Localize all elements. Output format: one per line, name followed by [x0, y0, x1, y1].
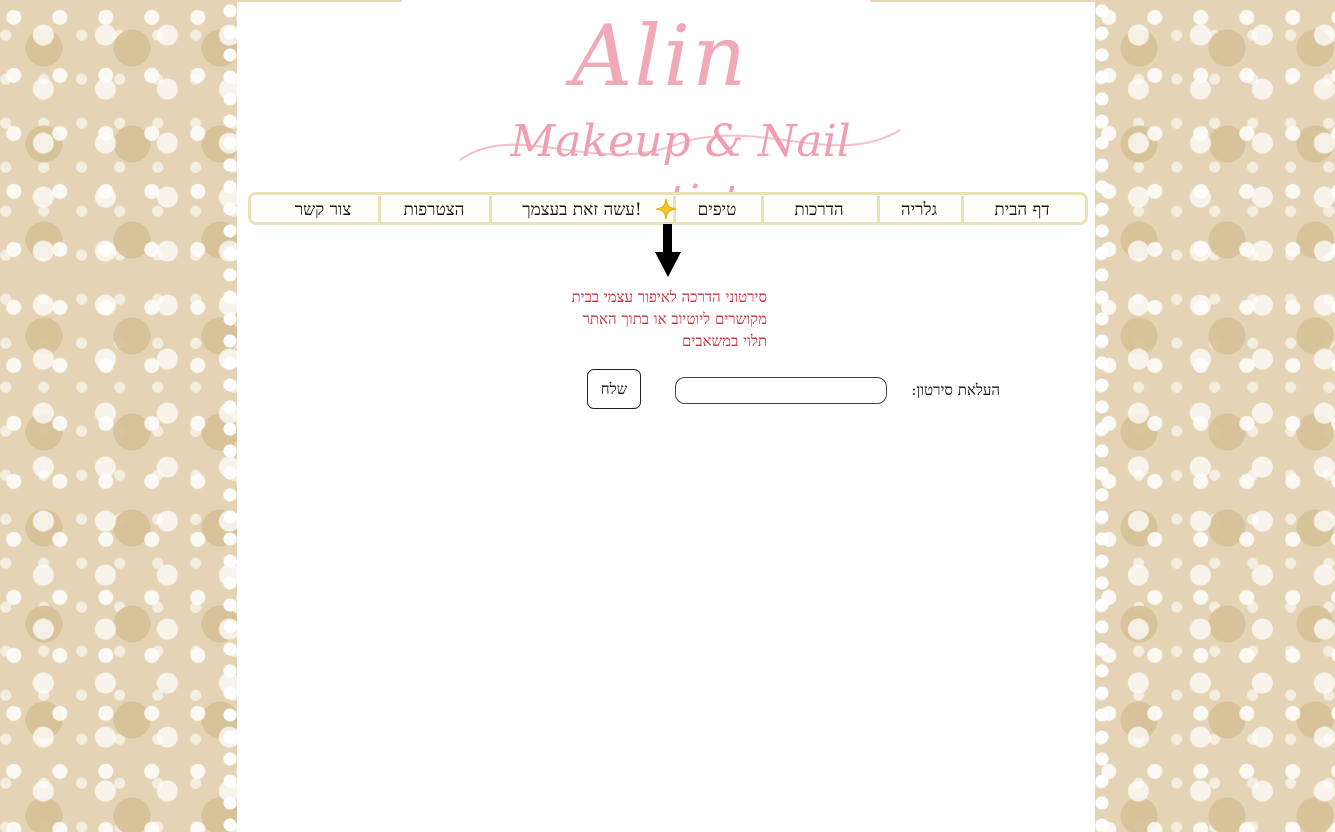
video-upload-label: העלאת סירטון: — [911, 381, 1000, 399]
video-upload-input[interactable] — [675, 377, 887, 404]
lace-background-left — [0, 0, 237, 832]
nav-separator — [961, 196, 964, 224]
nav-item-join[interactable]: הצטרפות — [381, 199, 487, 222]
send-button[interactable]: שלח — [587, 369, 641, 409]
nav-separator — [489, 196, 492, 224]
note-line: סירטוני הדרכה לאיפור עצמי בבית — [571, 288, 767, 306]
lace-background-right — [1095, 0, 1335, 832]
top-strip-right — [870, 0, 1095, 2]
nav-item-gallery[interactable]: גלריה — [879, 199, 959, 222]
nav-item-diy[interactable]: עשה זאת בעצמך! — [493, 199, 671, 222]
nav-item-tips[interactable]: טיפים — [675, 199, 759, 222]
nav-separator — [877, 196, 880, 224]
note-line: תלוי במשאבים — [682, 332, 767, 350]
nav-separator — [378, 196, 381, 224]
logo-title[interactable]: Alin — [540, 6, 780, 106]
star-sparkle-icon — [655, 198, 677, 220]
lace-edge-right — [1095, 0, 1109, 832]
nav-item-home[interactable]: דף הבית — [962, 199, 1082, 222]
tutorial-note: סירטוני הדרכה לאיפור עצמי בבית מקושרים ל… — [470, 286, 767, 356]
arrow-down-icon — [655, 224, 681, 277]
nav-item-contact[interactable]: צור קשר — [271, 199, 375, 222]
nav-separator — [761, 196, 764, 224]
note-line: מקושרים ליוטיוב או בתוך האתר — [582, 310, 767, 328]
top-strip-left — [237, 0, 402, 2]
nav-item-tutorials[interactable]: הדרכות — [763, 199, 875, 222]
lace-edge-left — [223, 0, 237, 832]
logo-subtitle: Makeup & Nail artist — [510, 116, 851, 227]
